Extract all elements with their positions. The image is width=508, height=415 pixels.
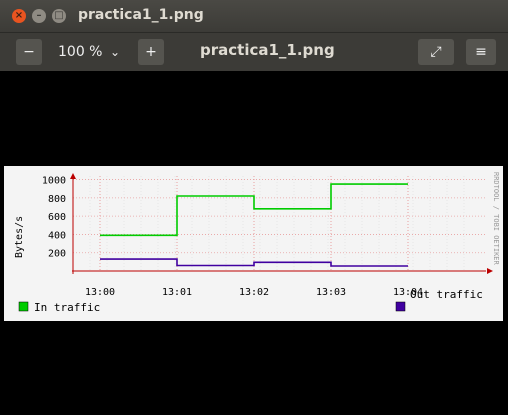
fullscreen-icon: ⤢ bbox=[430, 44, 442, 60]
fullscreen-button[interactable]: ⤢ bbox=[418, 39, 454, 65]
zoom-in-button[interactable]: + bbox=[138, 39, 164, 65]
maximize-icon[interactable]: □ bbox=[52, 9, 66, 23]
legend-label-out: Out traffic bbox=[410, 288, 483, 301]
image-viewer-window: × – □ practica1_1.png − 100 % ⌄ + practi… bbox=[0, 0, 508, 415]
document-title: practica1_1.png bbox=[200, 41, 335, 59]
y-tick-label: 400 bbox=[48, 230, 66, 241]
y-tick-label: 600 bbox=[48, 212, 66, 223]
x-axis-arrow bbox=[487, 268, 493, 274]
minus-icon: − bbox=[23, 44, 35, 60]
chart-grid bbox=[72, 176, 486, 271]
y-tick-labels: 200 400 600 800 1000 bbox=[42, 176, 66, 260]
y-axis-label: Bytes/s bbox=[14, 216, 25, 258]
legend-swatch-in bbox=[18, 301, 29, 312]
x-tick-label: 13:02 bbox=[239, 287, 269, 298]
minimize-icon[interactable]: – bbox=[32, 9, 46, 23]
close-icon[interactable]: × bbox=[12, 9, 26, 23]
y-axis-arrow bbox=[70, 173, 76, 179]
zoom-out-button[interactable]: − bbox=[16, 39, 42, 65]
x-tick-label: 13:00 bbox=[85, 287, 115, 298]
y-tick-label: 200 bbox=[48, 249, 66, 260]
zoom-level-value: 100 % bbox=[58, 44, 103, 60]
x-tick-label: 13:03 bbox=[316, 287, 346, 298]
x-tick-labels: 13:00 13:01 13:02 13:03 13:04 bbox=[85, 287, 423, 298]
toolbar: − 100 % ⌄ + practica1_1.png ⤢ ≡ bbox=[0, 32, 508, 71]
title-bar[interactable]: × – □ practica1_1.png bbox=[0, 0, 508, 32]
plus-icon: + bbox=[145, 44, 157, 60]
menu-button[interactable]: ≡ bbox=[466, 39, 496, 65]
y-tick-label: 1000 bbox=[42, 176, 66, 187]
zoom-level-select[interactable]: 100 % ⌄ bbox=[48, 39, 130, 65]
chevron-down-icon: ⌄ bbox=[110, 45, 121, 59]
watermark: RRDTOOL / TOBI OETIKER bbox=[492, 172, 500, 266]
hamburger-menu-icon: ≡ bbox=[475, 44, 487, 60]
x-tick-label: 13:01 bbox=[162, 287, 192, 298]
chart-series bbox=[100, 183, 408, 267]
rrd-graph-image: 200 400 600 800 1000 13:00 13:01 13:02 13:03 13:… bbox=[4, 166, 503, 321]
y-tick-label: 800 bbox=[48, 194, 66, 205]
window-title: practica1_1.png bbox=[78, 7, 204, 23]
legend-swatch-out bbox=[395, 301, 406, 312]
traffic-chart: 2004006008001000 13:00 13:01 13:02 13:03 13:… bbox=[14, 172, 500, 314]
legend-label-in: In traffic bbox=[34, 301, 100, 314]
